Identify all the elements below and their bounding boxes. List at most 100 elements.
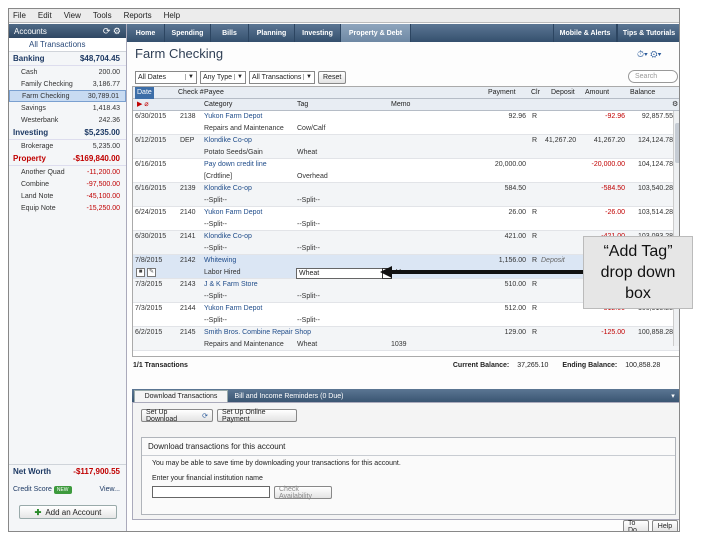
download-panel: Set Up Download ⟳ Set Up Online Payment …: [132, 402, 679, 520]
menu-bar: File Edit View Tools Reports Help: [9, 9, 679, 23]
txn-category: --Split--: [204, 221, 227, 228]
transaction-row[interactable]: 6/24/2015 2140 Yukon Farm Depot 26.00 R -26.0…: [133, 207, 679, 231]
account-item[interactable]: Westerbank 242.36: [9, 114, 126, 126]
col-memo[interactable]: Memo: [391, 99, 410, 111]
nav-tab[interactable]: Property & Debt: [341, 24, 411, 42]
date-filter-select[interactable]: All Dates ▼: [135, 70, 197, 84]
txn-category: --Split--: [204, 293, 227, 300]
type-filter-select[interactable]: Any Type ▼: [200, 70, 246, 84]
transaction-filter-select[interactable]: All Transactions ▼: [249, 70, 315, 84]
chevron-down-icon: ▼: [185, 74, 194, 80]
set-up-download-button[interactable]: Set Up Download ⟳: [141, 409, 213, 423]
col-balance[interactable]: Balance: [630, 87, 655, 99]
tag-input[interactable]: Wheat: [296, 268, 392, 279]
refresh-icon[interactable]: ⟳ ⚙: [103, 26, 121, 37]
credit-score-label[interactable]: Credit Score: [13, 486, 52, 493]
account-balance: -11,200.00: [87, 168, 120, 176]
save-icon[interactable]: ■: [136, 268, 145, 277]
account-balance: -45,100.00: [86, 192, 120, 200]
account-item[interactable]: Family Checking 3,186.77: [9, 78, 126, 90]
nav-tips-tutorials[interactable]: Tips & Tutorials: [617, 24, 679, 42]
menu-reports[interactable]: Reports: [124, 11, 152, 20]
menu-view[interactable]: View: [64, 11, 81, 20]
all-transactions-link[interactable]: All Transactions: [9, 38, 126, 52]
attach-icon[interactable]: ✎: [147, 268, 156, 277]
collapse-icon[interactable]: ▾: [668, 390, 678, 402]
tab-bill-reminders[interactable]: Bill and Income Reminders (0 Due): [230, 390, 348, 402]
col-payment[interactable]: Payment: [488, 87, 516, 99]
col-check[interactable]: Check #: [178, 87, 204, 99]
transaction-row[interactable]: 6/16/2015 Pay down credit line 20,000.00 -2…: [133, 159, 679, 183]
account-group-investing[interactable]: Investing $5,235.00: [9, 126, 126, 140]
reset-button[interactable]: Reset: [318, 70, 347, 84]
transaction-row[interactable]: 6/2/2015 2145 Smith Bros. Combine Repair S…: [133, 327, 679, 351]
help-button[interactable]: Help: [652, 520, 678, 531]
txn-payee: Whitewing: [204, 257, 237, 264]
search-input[interactable]: Search: [628, 70, 678, 83]
txn-date: 6/2/2015: [135, 329, 163, 336]
account-item[interactable]: Brokerage 5,235.00: [9, 140, 126, 152]
tab-download-transactions[interactable]: Download Transactions: [134, 390, 228, 402]
account-item[interactable]: Savings 1,418.43: [9, 102, 126, 114]
register-options-icon[interactable]: ⏱▾ ⚙▾: [637, 49, 661, 60]
account-item[interactable]: Cash 200.00: [9, 66, 126, 78]
txn-check: 2138: [180, 113, 196, 120]
check-availability-button[interactable]: Check Availability: [274, 486, 332, 500]
add-account-label: Add an Account: [45, 507, 102, 517]
menu-file[interactable]: File: [13, 11, 26, 20]
menu-help[interactable]: Help: [164, 11, 180, 20]
credit-score-view[interactable]: View...: [100, 486, 121, 493]
transaction-row[interactable]: 6/30/2015 2138 Yukon Farm Depot 92.96 R -92.9…: [133, 111, 679, 135]
nav-tab[interactable]: Investing: [295, 24, 341, 42]
txn-category: --Split--: [204, 245, 227, 252]
account-item[interactable]: Equip Note -15,250.00: [9, 202, 126, 214]
account-item[interactable]: Another Quad -11,200.00: [9, 166, 126, 178]
account-item[interactable]: Farm Checking 30,789.01: [9, 90, 126, 102]
account-group-banking[interactable]: Banking $48,704.45: [9, 52, 126, 66]
account-name: Family Checking: [21, 80, 73, 88]
account-name: Brokerage: [21, 142, 54, 150]
nav-tab[interactable]: Planning: [249, 24, 295, 42]
txn-clr: R: [532, 281, 538, 288]
financial-institution-input[interactable]: [152, 486, 270, 498]
txn-clr: R: [532, 137, 538, 144]
txn-balance: 124,124.78: [637, 137, 673, 144]
nav-mobile-alerts[interactable]: Mobile & Alerts: [553, 24, 617, 42]
scrollbar-thumb[interactable]: [675, 123, 679, 163]
nav-tab[interactable]: Spending: [165, 24, 211, 42]
txn-check: 2141: [180, 233, 196, 240]
col-tag[interactable]: Tag: [297, 99, 308, 111]
register-grid: Date Check # Payee Payment Clr Deposit A…: [132, 86, 679, 357]
col-deposit[interactable]: Deposit: [551, 87, 575, 99]
col-amount[interactable]: Amount: [585, 87, 609, 99]
col-payee[interactable]: Payee: [204, 87, 224, 99]
nav-tab[interactable]: Home: [127, 24, 165, 42]
nav-tab[interactable]: Bills: [211, 24, 249, 42]
menu-edit[interactable]: Edit: [38, 11, 52, 20]
txn-payee: J & K Farm Store: [204, 281, 258, 288]
col-clr[interactable]: Clr: [531, 87, 540, 99]
account-balance: 30,789.01: [87, 92, 119, 100]
add-account-button[interactable]: ✚ Add an Account: [19, 505, 117, 519]
txn-payee: Klondike Co-op: [204, 233, 252, 240]
txn-deposit: 41,267.20: [545, 137, 577, 144]
menu-tools[interactable]: Tools: [93, 11, 112, 20]
callout-line-2: drop down: [600, 264, 676, 281]
register-scrollbar[interactable]: [673, 111, 679, 346]
account-item[interactable]: Combine -97,500.00: [9, 178, 126, 190]
account-group-property[interactable]: Property -$169,840.00: [9, 152, 126, 166]
grid-settings-icon[interactable]: ⚙: [672, 99, 678, 111]
set-up-online-payment-button[interactable]: Set Up Online Payment: [217, 409, 297, 423]
col-date[interactable]: Date: [135, 87, 154, 99]
plus-icon: ✚: [34, 507, 42, 517]
account-item[interactable]: Land Note -45,100.00: [9, 190, 126, 202]
txn-clr: R: [532, 209, 538, 216]
txn-date: 6/16/2015: [135, 161, 167, 168]
todo-button[interactable]: To Do: [623, 520, 649, 531]
transaction-row[interactable]: 6/16/2015 2139 Klondike Co-op 584.50 -584.50…: [133, 183, 679, 207]
col-category[interactable]: Category: [204, 99, 232, 111]
account-name: Farm Checking: [22, 92, 70, 100]
group-total: $48,704.45: [79, 54, 120, 63]
txn-payment: 512.00: [504, 305, 526, 312]
transaction-row[interactable]: 6/12/2015 DEP Klondike Co-op R 41,267.20 41,2…: [133, 135, 679, 159]
